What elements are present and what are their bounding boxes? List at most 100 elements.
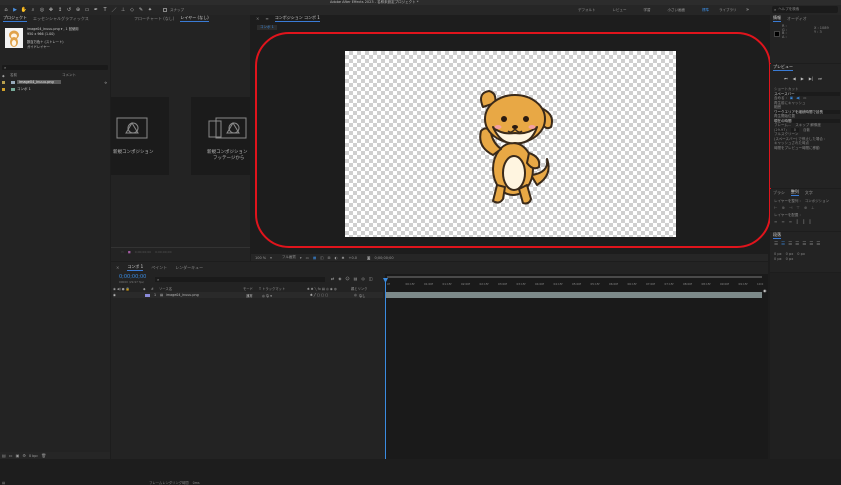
- video-toggle-icon[interactable]: ▣: [790, 96, 793, 101]
- dolly-tool-icon[interactable]: ↕: [57, 7, 63, 13]
- move-time-checkbox[interactable]: 時間をプレビュー時間に移動: [774, 146, 840, 151]
- workspace-standard[interactable]: 標準: [702, 8, 709, 13]
- chevron-down-icon[interactable]: ▾: [300, 256, 302, 260]
- rotate-tool-icon[interactable]: ↺: [66, 7, 72, 13]
- project-settings-icon[interactable]: ⚙: [22, 453, 26, 458]
- mask-visibility-icon[interactable]: ◫: [320, 256, 323, 260]
- justify-center-icon[interactable]: ☰: [802, 242, 806, 247]
- align-top-icon[interactable]: ⊤: [796, 205, 799, 210]
- tab-project[interactable]: プロジェクト: [3, 15, 27, 22]
- workspace-default[interactable]: デフォルト: [578, 8, 596, 13]
- justify-right-icon[interactable]: ☰: [809, 242, 813, 247]
- col-comment[interactable]: コメント: [62, 73, 76, 78]
- layer-row[interactable]: ◉ 1 ▤ image04_inuuu.png 通常 ◎ な ▾ ✱ ╱ ▢ ▢…: [113, 292, 383, 298]
- zoom-select[interactable]: 100 %: [255, 256, 266, 260]
- tab-character[interactable]: 文字: [805, 190, 813, 196]
- puppet-tool-icon[interactable]: ✦: [147, 7, 153, 13]
- tab-preview[interactable]: プレビュー: [773, 64, 793, 71]
- type-tool-icon[interactable]: T: [102, 7, 108, 13]
- layer-footer-icon[interactable]: ▭: [121, 250, 124, 254]
- distribute-icon[interactable]: ║: [803, 219, 805, 224]
- tab-brush[interactable]: ブラシ: [773, 190, 785, 196]
- work-area-bar[interactable]: [387, 276, 762, 278]
- comp-menu-icon[interactable]: ≡: [265, 16, 268, 21]
- distribute-icon[interactable]: ≡: [789, 219, 792, 224]
- resolution-select[interactable]: フル画質: [282, 255, 296, 260]
- shy-layers-icon[interactable]: ☺: [345, 276, 349, 281]
- tab-comp1-timeline[interactable]: コンポ 1: [127, 264, 144, 271]
- tab-flowchart[interactable]: フローチャート (なし): [134, 16, 174, 22]
- layer-duration-bar[interactable]: [386, 292, 762, 298]
- exposure-icon[interactable]: ✱: [342, 256, 345, 260]
- new-comp-icon[interactable]: ▣: [16, 453, 20, 458]
- distribute-icon[interactable]: ║: [809, 219, 811, 224]
- align-vcenter-icon[interactable]: ⊕: [804, 205, 807, 210]
- new-comp-from-footage-card[interactable]: 新規コンポジション フッテージから: [191, 97, 250, 175]
- home-icon[interactable]: ⌂: [3, 7, 9, 13]
- motion-blur-icon[interactable]: ◎: [361, 276, 365, 281]
- pickwhip-icon[interactable]: ◎: [354, 293, 357, 297]
- tab-render-queue[interactable]: レンダーキュー: [175, 265, 203, 271]
- playhead[interactable]: [383, 278, 388, 459]
- orbit-tool-icon[interactable]: ◎: [39, 7, 45, 13]
- camera-icon[interactable]: ◙: [367, 256, 370, 260]
- interpret-footage-icon[interactable]: ▤: [2, 453, 6, 458]
- comp-breadcrumb[interactable]: コンポ 1: [257, 25, 277, 30]
- layer-parent-select[interactable]: なし: [359, 293, 366, 298]
- align-text-right-icon[interactable]: ☰: [788, 242, 792, 247]
- distribute-icon[interactable]: ≡: [774, 219, 777, 224]
- justify-all-icon[interactable]: ☰: [816, 242, 820, 247]
- work-area-end-icon[interactable]: ◉: [763, 288, 767, 293]
- new-comp-card[interactable]: 新規コンポジション: [111, 97, 169, 175]
- pen-tool-icon[interactable]: ✒: [93, 7, 99, 13]
- project-item-footage[interactable]: image04_inuuu.png ⟡: [2, 79, 108, 85]
- pan-tool-icon[interactable]: ✥: [48, 7, 54, 13]
- tab-audio[interactable]: オーディオ: [787, 16, 807, 22]
- trash-icon[interactable]: 🗑: [41, 453, 46, 458]
- align-hcenter-icon[interactable]: ⊕: [781, 205, 784, 210]
- layer-trkmat[interactable]: ◎ な ▾: [262, 293, 308, 298]
- prev-frame-icon[interactable]: ◀: [793, 76, 796, 81]
- roto-brush-tool-icon[interactable]: ✎: [138, 7, 144, 13]
- new-folder-icon[interactable]: ▭: [9, 453, 13, 458]
- distribute-icon[interactable]: ≡: [781, 219, 784, 224]
- tab-layer[interactable]: レイヤー (なし): [180, 15, 209, 22]
- comp-timecode[interactable]: 0;00;00;00: [374, 256, 393, 260]
- time-ruler[interactable]: 0f 00:15f 01:00f 01:15f 02:00f 02:15f 03:00f 03…: [385, 279, 768, 287]
- tab-align[interactable]: 整列: [790, 189, 799, 196]
- tab-paragraph[interactable]: 段落: [773, 232, 781, 239]
- transparency-grid-icon[interactable]: ▦: [313, 256, 316, 260]
- align-right-icon[interactable]: ⊣: [789, 205, 792, 210]
- col-source-name[interactable]: ソース名: [159, 286, 241, 291]
- col-name[interactable]: 名前: [10, 73, 62, 78]
- layer-mode-select[interactable]: 通常: [246, 293, 260, 298]
- selection-tool-icon[interactable]: ▶: [12, 7, 18, 13]
- tab-essential-graphics[interactable]: エッセンシャルグラフィックス: [33, 16, 89, 22]
- workspace-learn[interactable]: 学習: [644, 8, 651, 13]
- first-frame-icon[interactable]: ⏮: [784, 76, 788, 81]
- col-mode[interactable]: モード: [243, 286, 257, 291]
- pan-behind-tool-icon[interactable]: ⊕: [75, 7, 81, 13]
- play-icon[interactable]: ▶: [801, 76, 804, 81]
- color-channel-icon[interactable]: ◐: [335, 256, 338, 260]
- workspace-small-screen[interactable]: 小さい画面: [668, 8, 686, 13]
- align-text-left-icon[interactable]: ☰: [774, 242, 778, 247]
- chevron-down-icon[interactable]: ▾: [270, 256, 272, 260]
- resolution-select[interactable]: 自動: [803, 127, 810, 132]
- hand-tool-icon[interactable]: ✋: [21, 7, 27, 13]
- clone-stamp-tool-icon[interactable]: ⊥: [120, 7, 126, 13]
- graph-editor-icon[interactable]: ◫: [369, 276, 373, 281]
- render-time-toggle-icon[interactable]: ▤: [2, 481, 5, 485]
- draft-3d-icon[interactable]: ◈: [338, 276, 341, 281]
- zoom-tool-icon[interactable]: ⌕: [30, 7, 36, 13]
- frame-blending-icon[interactable]: ▤: [354, 276, 358, 281]
- space-before-value[interactable]: 0 px: [774, 257, 782, 262]
- expand-workspaces-icon[interactable]: »: [745, 7, 751, 13]
- next-frame-icon[interactable]: ▶|: [809, 76, 813, 81]
- indent-first-value[interactable]: 0 px: [797, 252, 805, 257]
- align-bottom-icon[interactable]: ⊥: [811, 205, 814, 210]
- project-item-comp[interactable]: コンポ 1: [2, 86, 108, 92]
- snap-checkbox[interactable]: [163, 8, 167, 12]
- tab-info[interactable]: 情報: [773, 15, 781, 22]
- close-icon[interactable]: ×: [116, 265, 119, 270]
